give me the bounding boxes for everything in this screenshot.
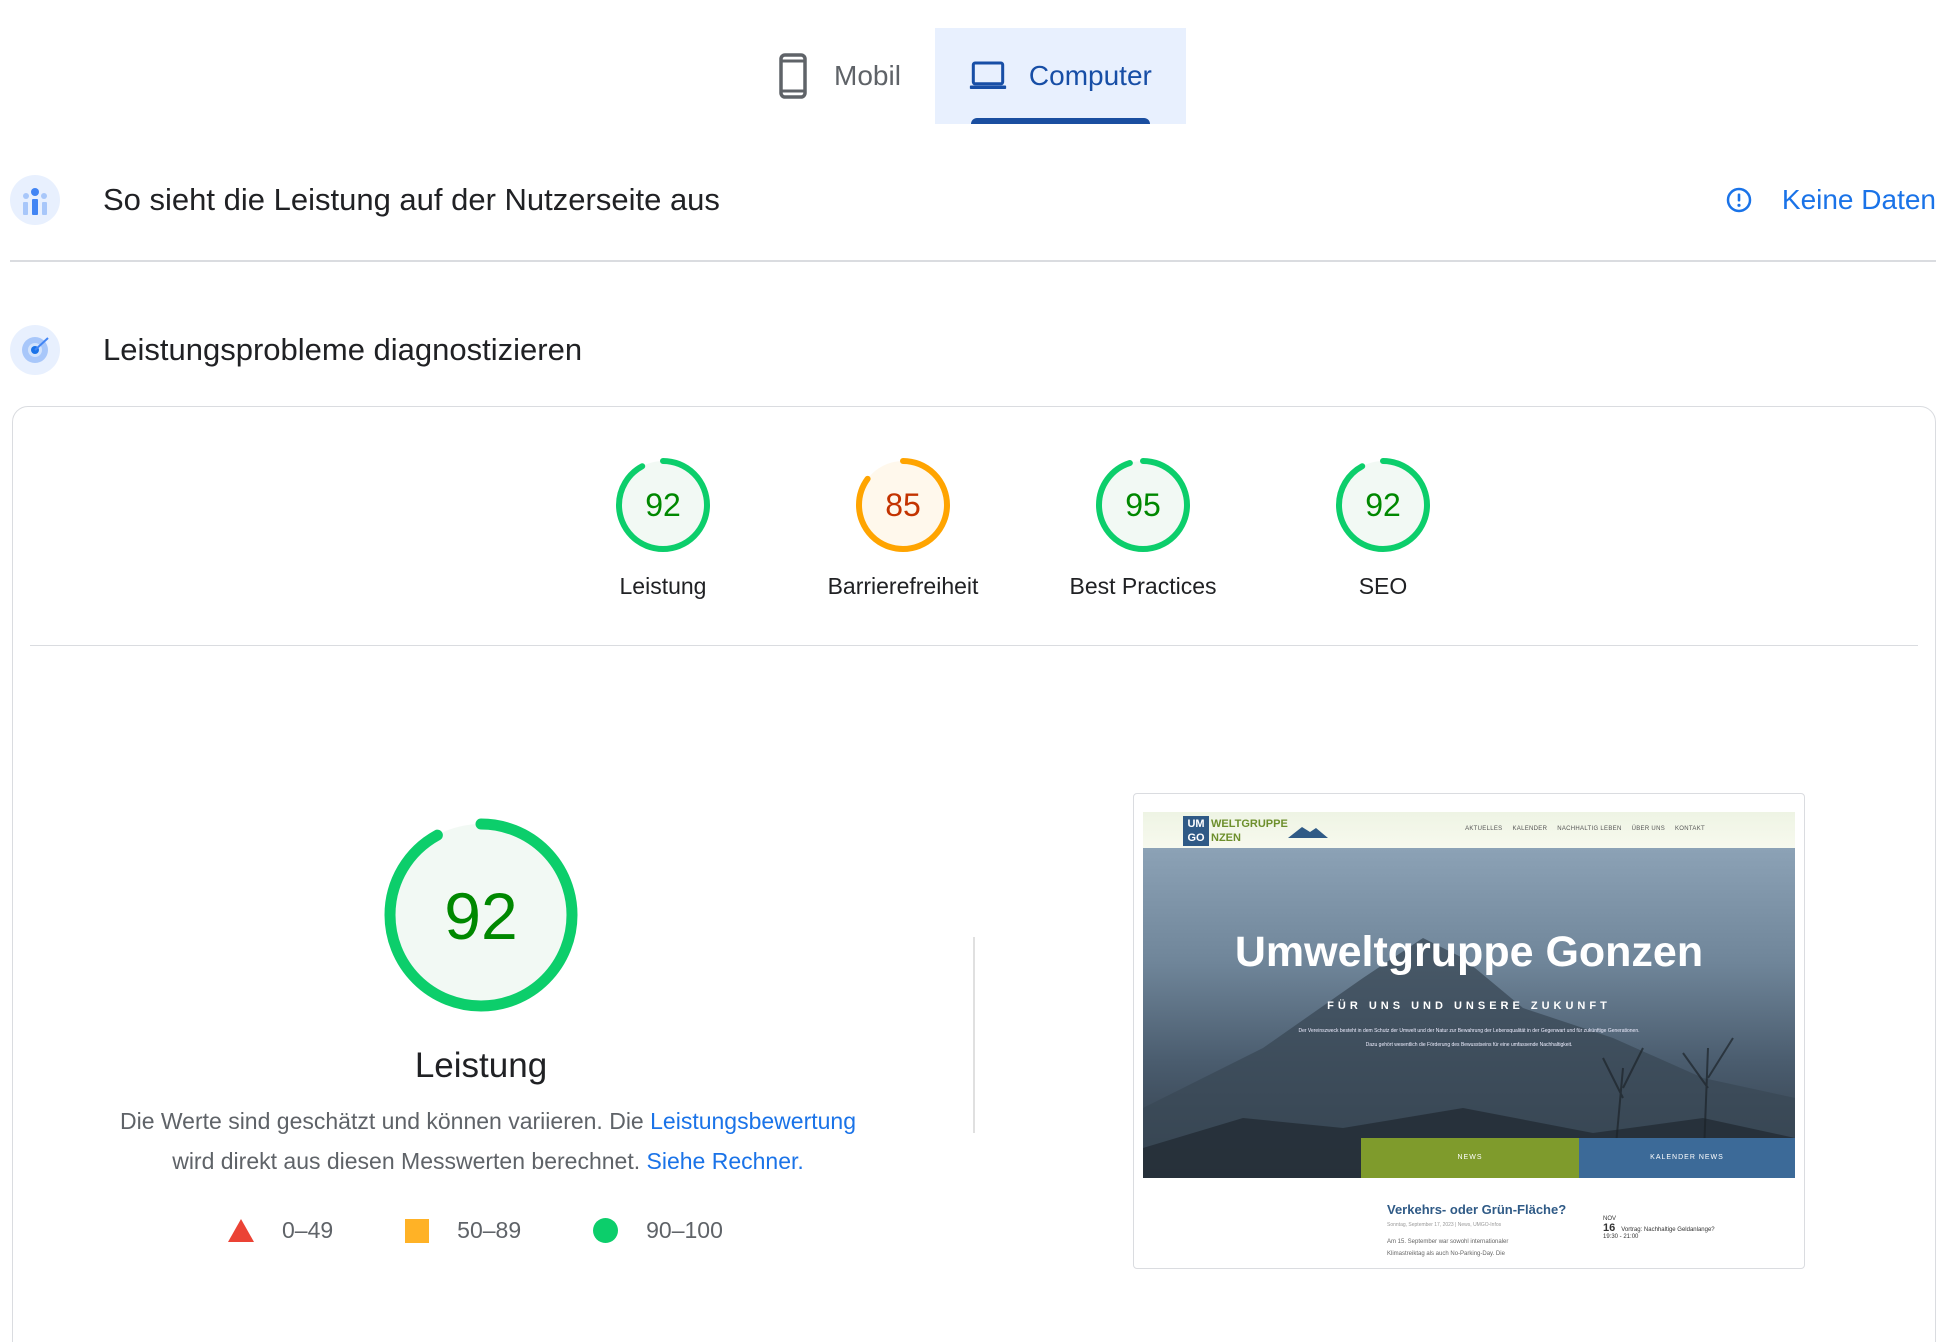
device-tabs: Mobil Computer — [740, 28, 1186, 124]
lighthouse-report-card: 92 Leistung 85 Barrierefreiheit 95 Best … — [12, 406, 1936, 1342]
legend-average: 50–89 — [405, 1217, 521, 1244]
tab-mobil-label: Mobil — [834, 60, 901, 91]
mountain-logo-icon — [1287, 827, 1328, 838]
diagnostics-title: Leistungsprobleme diagnostizieren — [103, 332, 583, 367]
site-nav-item: AKTUELLES — [1465, 826, 1503, 832]
gauge-seo[interactable]: 92 SEO — [1263, 457, 1503, 600]
hero-mountain-image — [1143, 938, 1795, 1178]
gauge-best-practices[interactable]: 95 Best Practices — [1023, 457, 1263, 600]
siehe-rechner-link[interactable]: Siehe Rechner — [647, 1148, 798, 1174]
site-news-button: NEWS — [1361, 1138, 1579, 1178]
divider — [10, 260, 1936, 262]
gauge-leistung[interactable]: 92 Leistung — [543, 457, 783, 600]
site-calendar-entry: NOV 16 Vortrag: Nachhaltige Geldanlange? … — [1603, 1216, 1715, 1240]
active-tab-indicator — [970, 118, 1150, 124]
diagnostics-header: Leistungsprobleme diagnostizieren — [10, 325, 1936, 375]
performance-gauge-large: 92 Leistung — [381, 815, 581, 1085]
score-ring: 85 — [856, 458, 950, 552]
info-icon — [1726, 187, 1752, 213]
tab-computer-label: Computer — [1028, 60, 1152, 91]
performance-label: Leistung — [414, 1046, 548, 1085]
svg-text:92: 92 — [1365, 487, 1401, 523]
logo-box: UM GO — [1183, 816, 1209, 846]
svg-text:92: 92 — [645, 487, 681, 523]
gauge-label: Best Practices — [1069, 573, 1217, 599]
legend-pass: 90–100 — [593, 1217, 723, 1244]
score-ring: 92 — [1336, 458, 1430, 552]
score-gauges: 92 Leistung 85 Barrierefreiheit 95 Best … — [543, 457, 1503, 600]
legend-range: 90–100 — [646, 1217, 723, 1243]
site-nav-item: NACHHALTIG LEBEN — [1557, 826, 1622, 832]
tab-computer[interactable]: Computer — [934, 28, 1186, 124]
site-logo: UM GO WELTGRUPPE NZEN — [1183, 816, 1328, 846]
smartphone-icon — [774, 53, 812, 99]
desc-text: Die Werte sind geschätzt und können vari… — [119, 1108, 651, 1134]
leistungsbewertung-link[interactable]: Leistungsbewertung — [650, 1108, 856, 1134]
legend-range: 50–89 — [457, 1217, 522, 1243]
svg-text:95: 95 — [1125, 487, 1161, 523]
cal-time: 19:30 - 21:00 — [1603, 1234, 1639, 1240]
site-calendar-button: KALENDER NEWS — [1579, 1138, 1795, 1178]
legend-range: 0–49 — [282, 1217, 334, 1243]
cal-event: Vortrag: Nachhaltige Geldanlange? — [1621, 1227, 1715, 1233]
hero-subtitle: FÜR UNS UND UNSERE ZUKUNFT — [1327, 1000, 1611, 1012]
performance-description: Die Werte sind geschätzt und können vari… — [73, 1101, 903, 1181]
screenshot-content: UM GO WELTGRUPPE NZEN AKTUELLES KALENDER… — [1143, 812, 1795, 1266]
lighthouse-diagnose-icon — [10, 325, 60, 375]
site-nav: AKTUELLES KALENDER NACHHALTIG LEBEN ÜBER… — [1455, 826, 1705, 832]
site-nav-item: KONTAKT — [1675, 826, 1705, 832]
no-data-link[interactable]: Keine Daten — [1726, 175, 1936, 225]
desc-text: . — [797, 1148, 804, 1174]
score-ring: 95 — [1096, 458, 1190, 552]
divider — [30, 645, 1918, 646]
circle-icon — [593, 1218, 619, 1243]
no-data-label: Keine Daten — [1781, 184, 1936, 215]
gauge-barrierefreiheit[interactable]: 85 Barrierefreiheit — [783, 457, 1023, 600]
legend-fail: 0–49 — [228, 1217, 333, 1244]
logo-text: WELTGRUPPE NZEN — [1211, 817, 1288, 845]
site-nav-item: ÜBER UNS — [1631, 826, 1665, 832]
desc-text: wird direkt aus diesen Messwerten berech… — [172, 1148, 647, 1174]
score-ring: 92 — [384, 818, 578, 1012]
site-post-title: Verkehrs- oder Grün-Fläche? — [1387, 1202, 1567, 1217]
final-screenshot[interactable]: UM GO WELTGRUPPE NZEN AKTUELLES KALENDER… — [1133, 793, 1805, 1269]
site-post-meta: Sonntag, September 17, 2023 | News, UMGO… — [1387, 1222, 1502, 1228]
cal-day: 16 — [1603, 1222, 1616, 1234]
vertical-divider — [973, 937, 975, 1133]
logo-text-line1: WELTGRUPPE — [1211, 818, 1288, 830]
score-ring: 92 — [616, 458, 710, 552]
site-header: UM GO WELTGRUPPE NZEN AKTUELLES KALENDER… — [1143, 812, 1795, 848]
hero-text: Der Vereinszweck besteht in dem Schutz d… — [1298, 1028, 1640, 1048]
gauge-label: SEO — [1358, 573, 1408, 599]
field-data-title: So sieht die Leistung auf der Nutzerseit… — [103, 182, 720, 217]
square-icon — [405, 1218, 430, 1243]
hero-title: Umweltgruppe Gonzen — [1234, 928, 1704, 976]
triangle-icon — [228, 1219, 254, 1242]
site-nav-item: KALENDER — [1512, 826, 1548, 832]
performance-score: 92 — [444, 879, 517, 953]
tab-mobil[interactable]: Mobil — [740, 28, 935, 124]
laptop-icon — [969, 55, 1007, 97]
gauge-label: Barrierefreiheit — [827, 573, 979, 599]
field-data-header: So sieht die Leistung auf der Nutzerseit… — [10, 175, 1936, 225]
gauge-label: Leistung — [619, 573, 707, 599]
site-hero: Umweltgruppe Gonzen FÜR UNS UND UNSERE Z… — [1143, 848, 1795, 1178]
score-legend: 0–49 50–89 90–100 — [228, 1217, 795, 1244]
site-post-text: Am 15. September war sowohl internationa… — [1387, 1239, 1509, 1257]
users-chart-icon — [10, 175, 60, 225]
logo-text-line2: NZEN — [1211, 832, 1241, 844]
svg-text:85: 85 — [885, 487, 921, 523]
